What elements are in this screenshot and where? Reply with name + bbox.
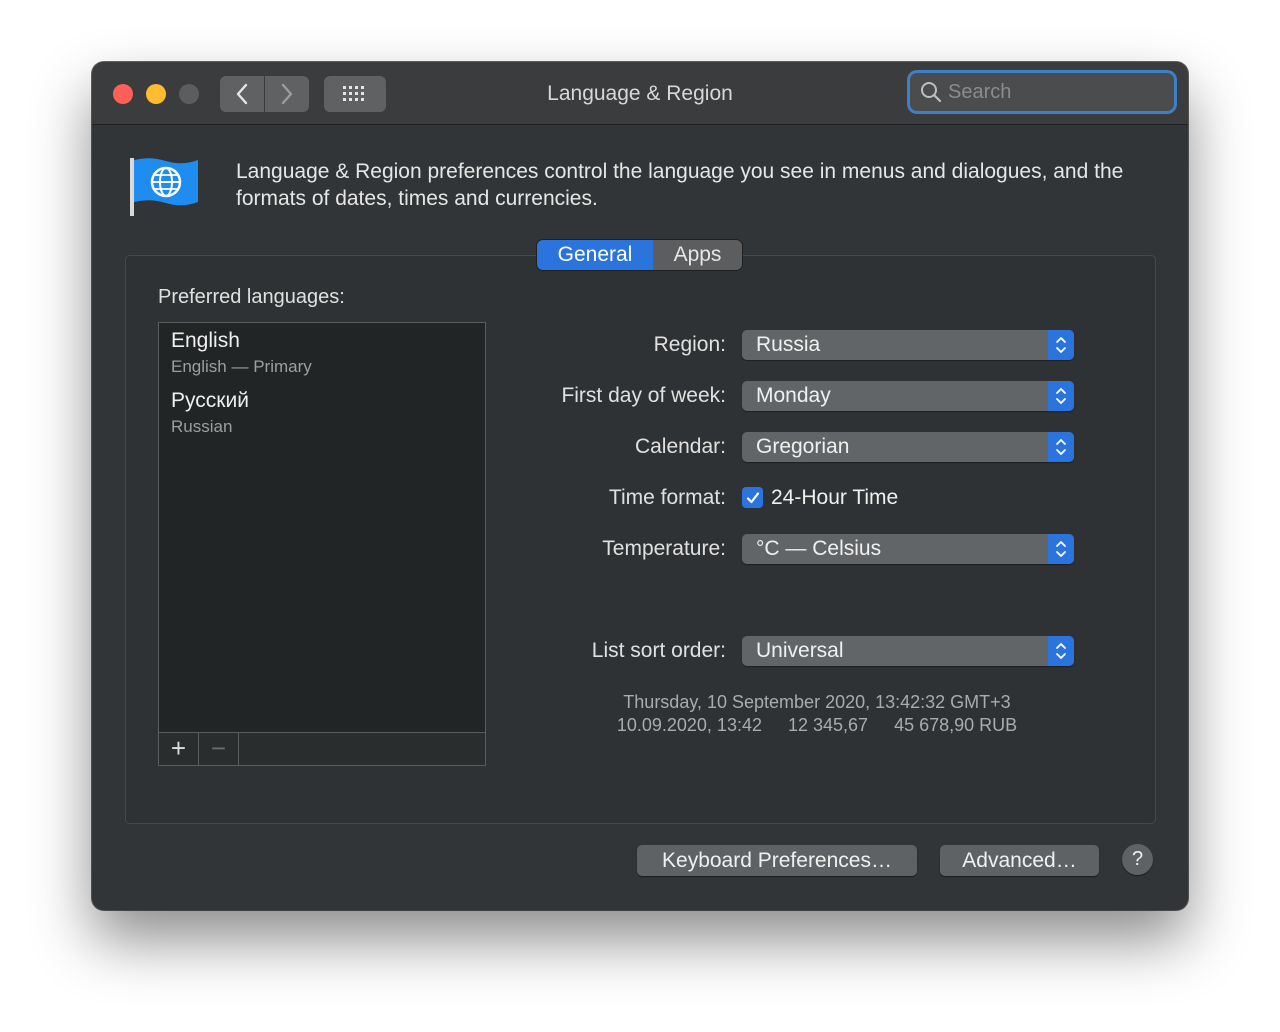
advanced-button[interactable]: Advanced… — [940, 845, 1099, 876]
updown-arrows-icon — [1048, 534, 1074, 564]
calendar-value: Gregorian — [756, 435, 850, 458]
tab-apps[interactable]: Apps — [653, 240, 742, 270]
language-name: Русский — [171, 389, 249, 412]
preferences-window: Language & Region Language & Region pref… — [92, 62, 1188, 910]
temperature-value: °C — Celsius — [756, 537, 882, 560]
sample-date-long: Thursday, 10 September 2020, 13:42:32 GM… — [623, 692, 1011, 712]
region-select[interactable]: Russia — [742, 330, 1074, 360]
language-subtitle: English — Primary — [171, 357, 312, 376]
sort-order-select[interactable]: Universal — [742, 636, 1074, 666]
calendar-select[interactable]: Gregorian — [742, 432, 1074, 462]
remove-language-button[interactable]: − — [199, 733, 239, 765]
sample-formats: 10.09.2020, 13:42 12 345,67 45 678,90 RU… — [572, 715, 1062, 736]
language-name: English — [171, 329, 240, 352]
sort-order-label: List sort order: — [591, 639, 726, 662]
list-toolbar: + − — [159, 732, 485, 765]
tab-general[interactable]: General — [537, 240, 653, 270]
first-day-label: First day of week: — [561, 384, 726, 407]
tab-bar: General Apps — [537, 240, 742, 270]
sample-currency: 45 678,90 RUB — [894, 715, 1018, 735]
temperature-select[interactable]: °C — Celsius — [742, 534, 1074, 564]
header-description: Language & Region preferences control th… — [236, 160, 1124, 210]
temperature-label: Temperature: — [602, 537, 726, 560]
24-hour-checkbox[interactable] — [742, 487, 763, 508]
search-icon — [921, 82, 942, 103]
sample-date-short: 10.09.2020, 13:42 — [616, 715, 762, 735]
checkmark-icon — [746, 491, 759, 503]
title-bar: Language & Region — [92, 62, 1188, 125]
keyboard-preferences-button[interactable]: Keyboard Preferences… — [637, 845, 917, 876]
flag-globe-icon — [128, 156, 200, 223]
preferred-languages-label: Preferred languages: — [158, 286, 345, 308]
languages-list[interactable]: English English — Primary Русский Russia… — [158, 322, 486, 766]
search-field[interactable] — [910, 73, 1174, 111]
calendar-label: Calendar: — [634, 435, 726, 458]
updown-arrows-icon — [1048, 432, 1074, 462]
time-format-label: Time format: — [608, 486, 726, 509]
24-hour-label[interactable]: 24-Hour Time — [771, 486, 898, 510]
first-day-select[interactable]: Monday — [742, 381, 1074, 411]
updown-arrows-icon — [1048, 636, 1074, 666]
add-language-button[interactable]: + — [159, 733, 199, 765]
language-subtitle: Russian — [171, 417, 233, 436]
first-day-value: Monday — [756, 384, 831, 407]
list-item[interactable]: English English — Primary — [171, 329, 312, 377]
updown-arrows-icon — [1048, 381, 1074, 411]
region-label: Region: — [653, 333, 726, 356]
sort-order-value: Universal — [756, 639, 844, 662]
updown-arrows-icon — [1048, 330, 1074, 360]
sample-number: 12 345,67 — [787, 715, 869, 735]
help-button[interactable]: ? — [1122, 844, 1153, 875]
search-input[interactable] — [946, 79, 1170, 105]
list-item[interactable]: Русский Russian — [171, 389, 249, 437]
region-value: Russia — [756, 333, 821, 356]
